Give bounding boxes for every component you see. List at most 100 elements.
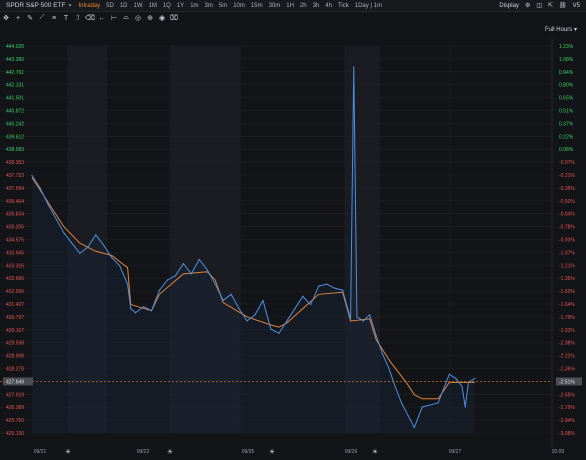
version-badge[interactable]: V5 (573, 3, 580, 9)
price-point (230, 293, 232, 295)
price-point (381, 353, 384, 355)
y-axis-percent-label: -2.79% (559, 405, 575, 411)
price-point (206, 269, 208, 271)
timeframe-4h[interactable]: 4h (322, 3, 335, 9)
price-point (369, 314, 371, 316)
timeframe-1m[interactable]: 1M (145, 3, 159, 9)
text-icon[interactable]: T (60, 15, 72, 22)
current-price-label: 427.649 (6, 379, 24, 385)
price-point (238, 308, 240, 310)
x-axis-label: 09/26 (345, 449, 358, 455)
display-menu[interactable]: Display (499, 3, 519, 9)
price-point (394, 385, 396, 388)
timeframe-intraday[interactable]: Intraday (75, 3, 103, 9)
timeframe-1y[interactable]: 1Y (174, 3, 187, 9)
timeframe-2h[interactable]: 2h (297, 3, 310, 9)
price-point (246, 320, 248, 322)
y-axis-percent-label: 0.22% (559, 134, 574, 140)
y-axis-price-label: 430.167 (6, 328, 24, 334)
sun-icon: ☀ (372, 448, 378, 456)
price-point (270, 328, 272, 330)
camera-icon[interactable]: ◫ (536, 2, 542, 9)
y-axis-percent-label: -1.07% (559, 250, 575, 256)
price-point (413, 426, 415, 429)
lock-icon[interactable]: ⊕ (144, 14, 156, 22)
timeframe-3m[interactable]: 3m (202, 3, 216, 9)
y-axis-percent-label: 1.08% (559, 57, 574, 63)
price-chart[interactable]: 444.020 1.23% 443.390 1.08% 442.761 0.94% 442.… (0, 38, 586, 460)
y-axis-price-label: 432.056 (6, 289, 24, 295)
eraser-icon[interactable]: ⌫ (84, 14, 96, 22)
price-point (103, 244, 105, 246)
timeframe-1d[interactable]: 1D (117, 3, 131, 9)
full-hours-label: Full Hours (544, 27, 573, 33)
y-axis-percent-label: -0.93% (559, 238, 575, 244)
y-axis-percent-label: -2.36% (559, 367, 575, 373)
y-axis-percent-label: -0.21% (559, 173, 575, 179)
timeframe-selector: Intraday 5D 1D 1W 1M 1Q 1Y 1m 3m 5m 10m 15m 30m 1H 2h 3… (75, 3, 385, 9)
eye-icon[interactable]: ◉ (156, 14, 168, 22)
price-point (130, 308, 132, 310)
price-point (362, 320, 364, 322)
price-point (353, 66, 355, 68)
y-axis-price-label: 442.131 (6, 83, 24, 89)
timeframe-1h[interactable]: 1H (283, 3, 297, 9)
crosshair-icon[interactable]: + (12, 15, 24, 22)
price-point (318, 285, 320, 287)
timeframe-tick[interactable]: Tick (335, 3, 352, 9)
timeframe-3h[interactable]: 3h (310, 3, 323, 9)
timeframe-1m[interactable]: 1m (187, 3, 201, 9)
price-point (214, 283, 216, 285)
price-point (111, 256, 113, 259)
price-point (356, 316, 358, 318)
trendline-icon[interactable]: ⟋ (36, 14, 48, 22)
timeframe-5m[interactable]: 5m (216, 3, 230, 9)
timeframe-30m[interactable]: 30m (266, 3, 284, 9)
y-axis-price-label: 428.278 (6, 367, 24, 373)
trash-icon[interactable]: ⌧ (168, 14, 180, 22)
timeframe-1q[interactable]: 1Q (160, 3, 174, 9)
y-axis-percent-label: -1.36% (559, 276, 575, 282)
price-point (142, 305, 145, 308)
shapes-icon[interactable]: ⌓ (120, 14, 132, 22)
timeframe-15m[interactable]: 15m (248, 3, 266, 9)
y-axis-price-label: 425.760 (6, 418, 24, 424)
symbol-title[interactable]: SPDR S&P 500 ETF (6, 2, 66, 9)
y-axis-price-label: 438.353 (6, 160, 24, 166)
arrow-left-icon[interactable]: ← (96, 15, 108, 22)
y-axis-price-label: 433.945 (6, 250, 24, 256)
y-axis-percent-label: -1.21% (559, 263, 575, 269)
price-point (286, 320, 288, 322)
timeframe-5d[interactable]: 5D (103, 3, 117, 9)
timeframe-10m[interactable]: 10m (230, 3, 248, 9)
price-point (39, 187, 41, 189)
price-point (407, 414, 409, 416)
price-point (158, 289, 161, 291)
share-icon[interactable]: ⇱ (548, 2, 553, 9)
current-percent-label: -2.51% (559, 379, 575, 385)
y-axis-price-label: 437.723 (6, 173, 24, 179)
ruler-icon[interactable]: ⊢ (108, 14, 120, 22)
y-axis-percent-label: -2.65% (559, 392, 575, 398)
move-icon[interactable]: ✥ (0, 14, 12, 22)
timeframe-1day-1m[interactable]: 1Day | 1m (352, 3, 385, 9)
chevron-down-icon[interactable]: ▼ (68, 3, 73, 9)
y-axis-percent-label: 0.65% (559, 96, 574, 102)
y-axis-price-label: 425.130 (6, 431, 24, 437)
full-hours-toggle[interactable]: Full Hours ▾ (545, 26, 577, 33)
brush-icon[interactable]: ℐ (72, 14, 84, 22)
settings-icon[interactable]: ⚙ (525, 2, 530, 9)
link-icon[interactable]: ⛓ (559, 2, 567, 9)
y-axis-percent-label: -1.64% (559, 302, 575, 308)
price-point (222, 299, 224, 302)
timeframe-1w[interactable]: 1W (130, 3, 145, 9)
price-point (174, 275, 176, 277)
y-axis-price-label: 434.575 (6, 238, 24, 244)
price-point (400, 402, 403, 404)
y-axis-price-label: 433.316 (6, 263, 24, 269)
fibonacci-icon[interactable]: ≡ (48, 15, 60, 22)
y-axis-percent-label: -0.35% (559, 186, 575, 192)
pen-icon[interactable]: ✎ (24, 14, 36, 22)
circle-icon[interactable]: ◎ (132, 14, 144, 22)
price-point (126, 283, 129, 285)
